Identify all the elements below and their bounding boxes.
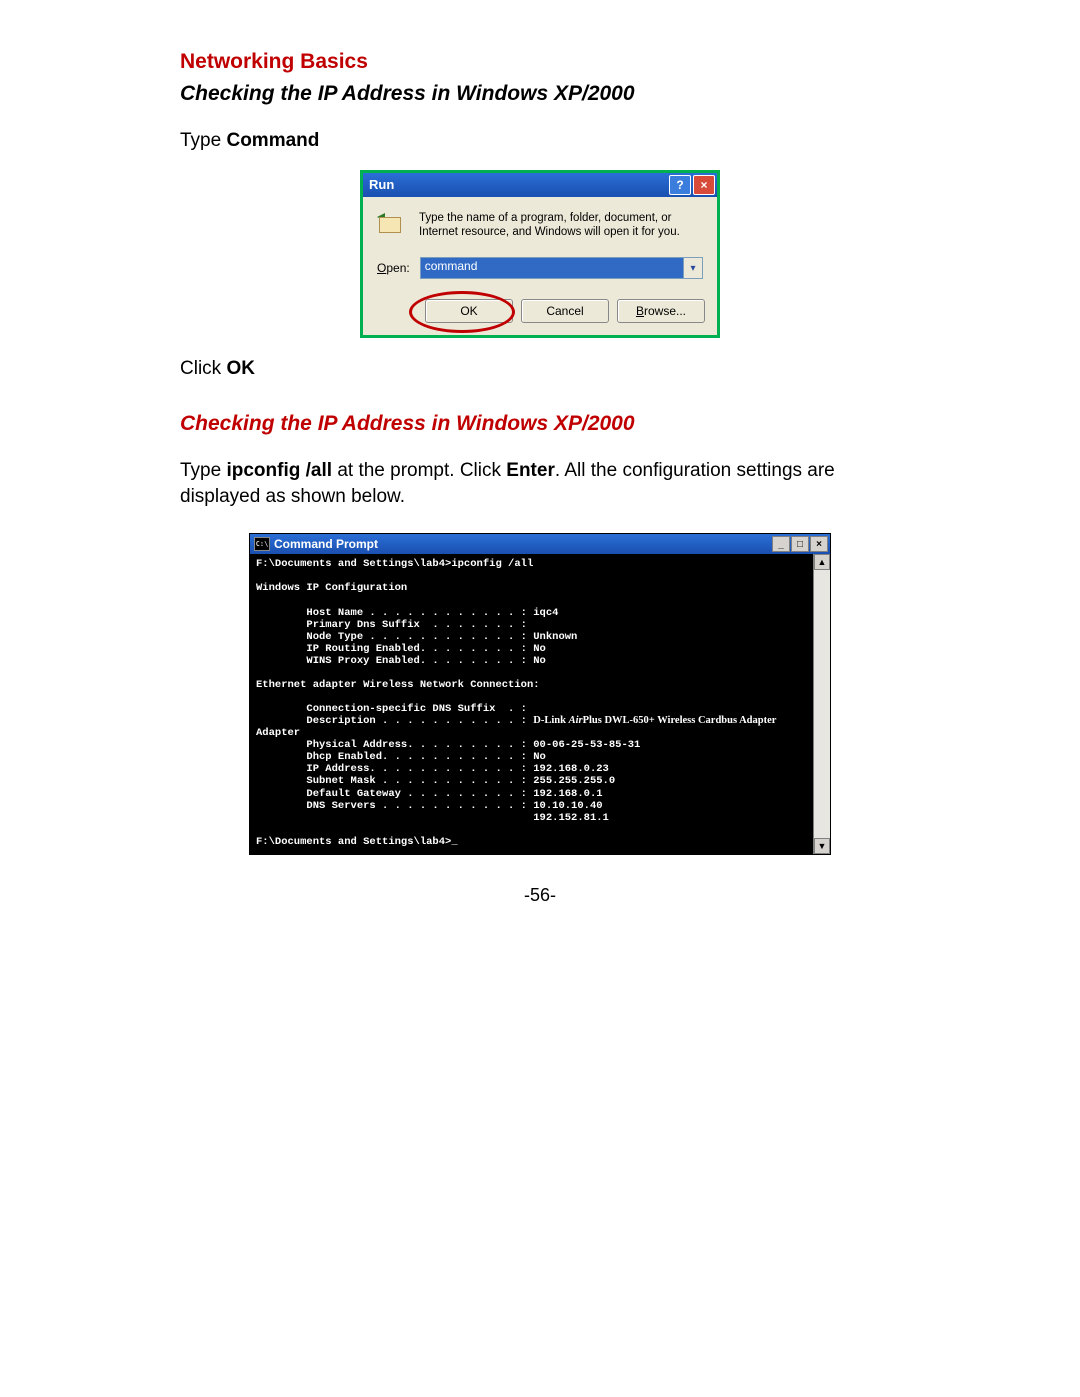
close-button[interactable]: × <box>810 536 828 552</box>
ok-button[interactable]: OK <box>425 299 513 323</box>
open-input[interactable]: command <box>421 258 683 278</box>
document-page: Networking Basics Checking the IP Addres… <box>0 0 1080 966</box>
subheading-2: Checking the IP Address in Windows XP/20… <box>180 412 900 436</box>
cmd-scrollbar[interactable]: ▲ ▼ <box>813 554 830 854</box>
subheading-1: Checking the IP Address in Windows XP/20… <box>180 82 900 106</box>
run-dialog-figure: Run ? × Type the name of a program, fold… <box>360 170 720 339</box>
run-icon <box>377 211 409 239</box>
chevron-down-icon[interactable]: ▾ <box>683 258 702 278</box>
cancel-button[interactable]: Cancel <box>521 299 609 323</box>
cmd-output: F:\Documents and Settings\lab4>ipconfig … <box>250 554 813 854</box>
run-description: Type the name of a program, folder, docu… <box>419 211 703 240</box>
run-titlebar: Run ? × <box>363 173 717 197</box>
cmd-app-icon: C:\ <box>254 537 270 551</box>
run-dialog: Run ? × Type the name of a program, fold… <box>360 170 720 339</box>
scroll-track[interactable] <box>814 570 830 838</box>
open-label: Open: <box>377 261 410 275</box>
section-heading: Networking Basics <box>180 50 900 74</box>
instruction-click-ok: Click OK <box>180 356 900 382</box>
close-button[interactable]: × <box>693 175 715 195</box>
maximize-button[interactable]: □ <box>791 536 809 552</box>
minimize-button[interactable]: _ <box>772 536 790 552</box>
cmd-title: Command Prompt <box>274 537 378 551</box>
cmd-titlebar: C:\ Command Prompt _ □ × <box>250 534 830 554</box>
run-title: Run <box>369 177 394 192</box>
command-prompt-figure: C:\ Command Prompt _ □ × F:\Documents an… <box>180 533 900 855</box>
command-prompt-window: C:\ Command Prompt _ □ × F:\Documents an… <box>249 533 831 855</box>
instruction-type-command: Type Command <box>180 128 900 154</box>
page-number: -56- <box>180 885 900 906</box>
scroll-up-icon[interactable]: ▲ <box>814 554 830 570</box>
browse-button[interactable]: Browse... <box>617 299 705 323</box>
scroll-down-icon[interactable]: ▼ <box>814 838 830 854</box>
instruction-ipconfig: Type ipconfig /all at the prompt. Click … <box>180 458 900 509</box>
open-combobox[interactable]: command ▾ <box>420 257 703 279</box>
help-button[interactable]: ? <box>669 175 691 195</box>
